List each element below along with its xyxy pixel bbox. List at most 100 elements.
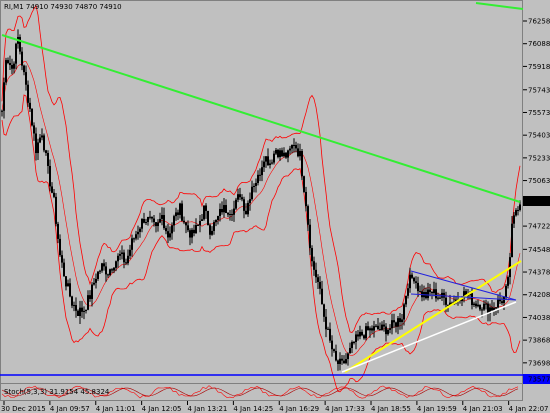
candle-body: [407, 288, 409, 296]
candle-body: [393, 320, 395, 323]
trading-chart-window[interactable]: 76258 76088 75918 75743 75573 75403 75233 75063…: [0, 0, 550, 413]
time-tick-label: 4 Jan 21:03: [463, 405, 503, 413]
candle-body: [29, 102, 31, 109]
candle-body: [359, 331, 361, 337]
time-tick-label: 4 Jan 19:59: [417, 405, 457, 413]
candle-body: [159, 218, 161, 223]
candle-body: [433, 289, 435, 294]
candle-body: [129, 249, 131, 256]
candle-body: [25, 72, 27, 85]
candle-body: [81, 307, 83, 312]
candle-body: [387, 329, 389, 335]
candle-body: [7, 60, 9, 63]
candle-body: [343, 360, 345, 364]
candle-body: [339, 358, 341, 364]
candle-body: [501, 301, 503, 304]
candle-body: [415, 281, 417, 283]
candle-body: [13, 63, 15, 69]
candle-body: [59, 238, 61, 256]
price-tick-label: 73698: [528, 359, 550, 367]
candle-body: [293, 145, 295, 147]
candle-body: [325, 316, 327, 330]
candle-body: [133, 238, 135, 240]
candle-body: [471, 293, 473, 306]
candle-body: [179, 203, 181, 215]
price-tick-label: 73868: [528, 337, 550, 345]
candle-body: [301, 151, 303, 177]
price-tick-label: 75403: [528, 132, 550, 140]
candle-body: [21, 51, 23, 66]
candle-body: [507, 277, 509, 286]
candle-body: [419, 291, 421, 293]
candle-body: [137, 231, 139, 235]
price-tick-label: 74208: [528, 291, 550, 299]
candle-body: [299, 151, 301, 157]
candle-body: [285, 152, 287, 158]
candle-body: [505, 285, 507, 297]
candle-body: [297, 148, 299, 157]
candle-body: [379, 329, 381, 331]
time-tick-label: 4 Jan 11:01: [96, 405, 136, 413]
candle-body: [5, 60, 7, 83]
candle-body: [477, 304, 479, 307]
candle-body: [233, 208, 235, 215]
candle-body: [55, 196, 57, 224]
time-tick-label: 4 Jan 17:33: [325, 405, 365, 413]
candle-body: [135, 234, 137, 239]
candle-body: [95, 278, 97, 283]
candle-body: [405, 295, 407, 305]
candle-body: [229, 214, 231, 216]
price-tick-label: 74722: [528, 223, 550, 231]
candle-body: [503, 296, 505, 304]
candle-body: [145, 222, 147, 224]
candle-body: [203, 205, 205, 220]
price-tick-label: 74378: [528, 269, 550, 277]
candle-body: [357, 334, 359, 337]
candle-body: [481, 309, 483, 311]
candle-body: [71, 296, 73, 306]
candle-body: [329, 328, 331, 341]
candle-body: [371, 328, 373, 331]
candle-body: [101, 263, 103, 271]
candle-body: [89, 295, 91, 299]
candle-body: [513, 215, 515, 224]
candle-body: [195, 225, 197, 234]
candle-body: [177, 212, 179, 215]
candle-body: [185, 222, 187, 226]
candle-body: [43, 135, 45, 151]
candle-body: [365, 326, 367, 339]
candle-body: [147, 216, 149, 223]
candle-body: [383, 324, 385, 327]
candle-body: [111, 269, 113, 271]
candle-body: [333, 349, 335, 352]
candle-body: [1, 110, 3, 112]
candle-body: [241, 197, 243, 200]
candle-body: [183, 220, 185, 223]
candle-body: [251, 186, 253, 200]
candle-body: [439, 297, 441, 299]
candle-body: [303, 176, 305, 192]
candle-body: [141, 219, 143, 229]
candle-body: [139, 228, 141, 232]
candle-body: [173, 216, 175, 226]
candle-body: [15, 43, 17, 64]
candle-body: [495, 307, 497, 309]
candle-body: [321, 288, 323, 305]
candle-body: [401, 319, 403, 323]
time-tick-label: 4 Jan 18:55: [371, 405, 411, 413]
candle-body: [157, 222, 159, 227]
candle-body: [257, 174, 259, 183]
candle-body: [271, 162, 273, 164]
price-tick-label: 75063: [528, 177, 550, 185]
candle-body: [255, 182, 257, 186]
candle-body: [191, 229, 193, 238]
candle-body: [33, 125, 35, 134]
candle-body: [161, 215, 163, 219]
candle-body: [105, 266, 107, 275]
candle-body: [153, 218, 155, 223]
candle-body: [263, 161, 265, 168]
candle-body: [413, 277, 415, 282]
candle-body: [317, 277, 319, 282]
candle-body: [99, 270, 101, 272]
candle-body: [115, 261, 117, 268]
